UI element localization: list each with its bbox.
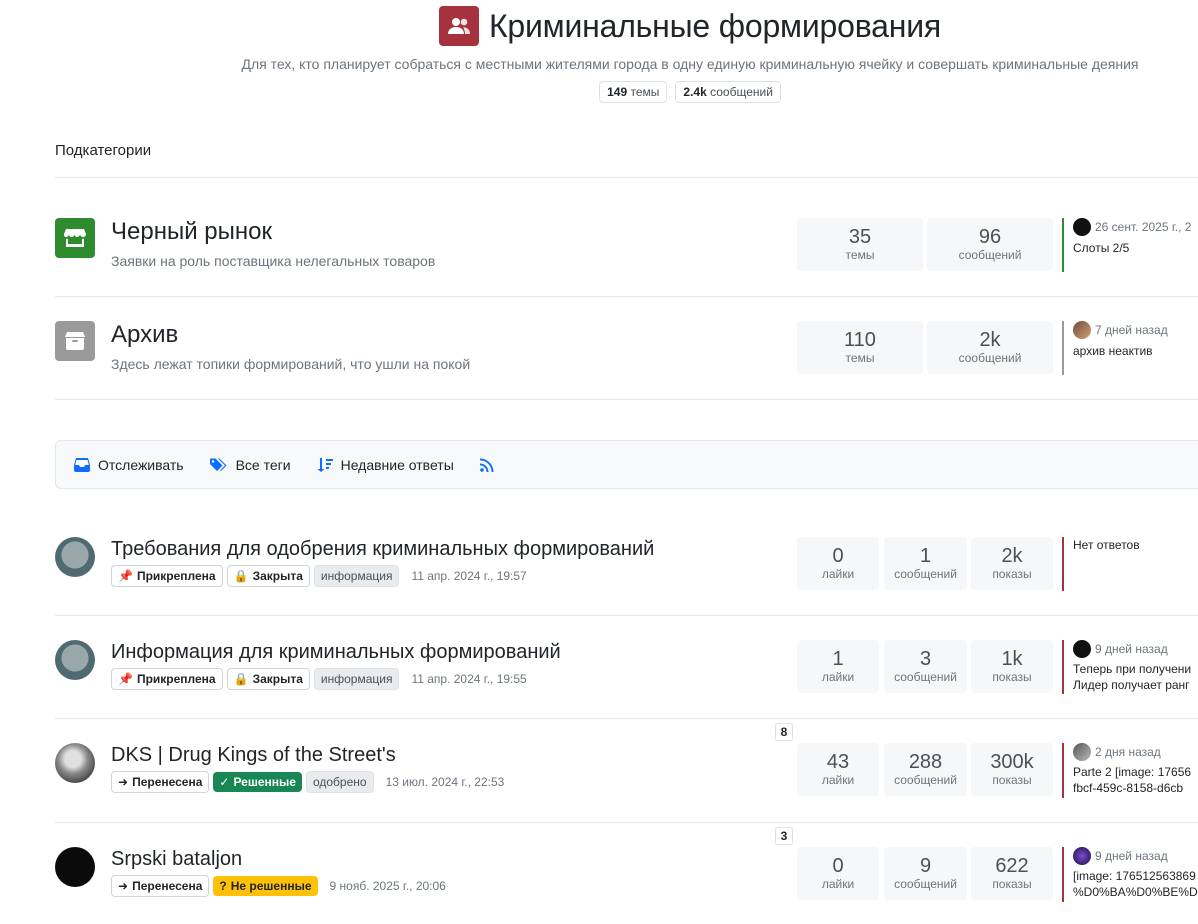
topic-tag[interactable]: информация — [313, 565, 400, 587]
topic-row[interactable]: 3 Srpski bataljon ➜ Перенесена ? Не решенн… — [55, 823, 1198, 924]
last-post[interactable]: 2 дня назад Parte 2 [image: 17656 fbcf-4… — [1062, 743, 1198, 798]
page-count-badge[interactable]: 3 — [775, 827, 793, 845]
watch-button[interactable]: Отслеживать — [74, 457, 184, 473]
unsolved-badge: ? Не решенные — [213, 876, 318, 896]
topics-count-badge: 149 темы — [599, 81, 668, 103]
topic-tag[interactable]: одобрено — [305, 771, 374, 793]
last-post[interactable]: 26 сент. 2025 г., 2 Слоты 2/5 — [1062, 218, 1198, 272]
pinned-badge: 📌 Прикреплена — [111, 565, 223, 587]
avatar[interactable] — [1073, 218, 1091, 236]
moved-badge: ➜ Перенесена — [111, 771, 210, 793]
pinned-badge: 📌 Прикреплена — [111, 668, 223, 690]
views-stat: 1k показы — [971, 640, 1053, 693]
last-post[interactable]: 9 дней назад [image: 176512563869 %D0%BA… — [1062, 847, 1198, 902]
pin-icon: 📌 — [118, 672, 133, 686]
topics-stat: 110 темы — [797, 321, 923, 374]
posts-stat: 3 сообщений — [884, 640, 967, 693]
solved-badge: ✓ Решенные — [213, 772, 302, 792]
rss-icon — [479, 458, 494, 472]
topic-title[interactable]: DKS | Drug Kings of the Street's — [111, 744, 396, 767]
users-icon — [438, 6, 479, 46]
avatar[interactable] — [1073, 321, 1091, 339]
locked-badge: 🔒 Закрыта — [226, 668, 310, 690]
topic-row[interactable]: 8 DKS | Drug Kings of the Street's ➜ Пере… — [55, 719, 1198, 822]
topic-row[interactable]: Информация для криминальных формирований… — [55, 616, 1198, 718]
posts-stat: 96 сообщений — [927, 218, 1053, 271]
sort-down-icon — [317, 457, 333, 472]
subcategories-heading: Подкатегории — [55, 142, 152, 159]
last-post[interactable]: 7 дней назад архив неактив — [1062, 321, 1198, 375]
box-icon — [55, 321, 95, 361]
topic-toolbar: Отслеживать Все теги Недавние ответы — [55, 440, 1198, 489]
posts-stat: 2k сообщений — [927, 321, 1053, 374]
rss-button[interactable] — [479, 458, 494, 472]
topic-date: 11 апр. 2024 г., 19:57 — [411, 569, 527, 583]
inbox-icon — [74, 457, 90, 472]
page-count-badge[interactable]: 8 — [775, 723, 793, 741]
subcategory-title[interactable]: Архив — [111, 321, 178, 349]
store-icon — [55, 218, 95, 258]
lock-icon: 🔒 — [233, 569, 249, 583]
tags-icon — [209, 458, 227, 471]
topic-title[interactable]: Информация для криминальных формирований — [111, 641, 561, 664]
last-post[interactable]: 9 дней назад Теперь при получени Лидер п… — [1062, 640, 1198, 694]
moved-badge: ➜ Перенесена — [111, 875, 210, 897]
likes-stat: 43 лайки — [797, 743, 879, 796]
topic-tag[interactable]: информация — [313, 668, 400, 690]
subcategory-row[interactable]: Архив Здесь лежат топики формирований, ч… — [55, 297, 1198, 399]
last-post: Нет ответов — [1062, 537, 1198, 591]
category-header: Криминальные формирования Для тех, кто п… — [0, 0, 1198, 103]
arrow-right-circle-icon: ➜ — [118, 879, 129, 893]
posts-stat: 9 сообщений — [884, 847, 967, 900]
views-stat: 622 показы — [971, 847, 1053, 900]
topics-stat: 35 темы — [797, 218, 923, 271]
topic-date: 9 нояб. 2025 г., 20:06 — [329, 879, 446, 893]
avatar[interactable] — [55, 743, 95, 783]
subcategory-row[interactable]: Черный рынок Заявки на роль поставщика н… — [55, 178, 1198, 296]
topic-title[interactable]: Требования для одобрения криминальных фо… — [111, 538, 654, 561]
avatar[interactable] — [55, 640, 95, 680]
views-stat: 2k показы — [971, 537, 1053, 590]
views-stat: 300k показы — [971, 743, 1053, 796]
page-title: Криминальные формирования — [488, 7, 942, 44]
likes-stat: 0 лайки — [797, 537, 879, 590]
avatar[interactable] — [1073, 847, 1091, 865]
topic-row[interactable]: Требования для одобрения криминальных фо… — [55, 513, 1198, 615]
posts-stat: 288 сообщений — [884, 743, 967, 796]
avatar[interactable] — [1073, 743, 1091, 761]
pin-icon: 📌 — [118, 569, 133, 583]
recent-replies-button[interactable]: Недавние ответы — [317, 457, 454, 473]
divider — [55, 399, 1198, 400]
question-icon: ? — [219, 879, 227, 893]
likes-stat: 1 лайки — [797, 640, 879, 693]
locked-badge: 🔒 Закрыта — [226, 565, 310, 587]
lock-icon: 🔒 — [233, 672, 249, 686]
topic-date: 11 апр. 2024 г., 19:55 — [411, 672, 527, 686]
avatar[interactable] — [55, 537, 95, 577]
check-icon: ✓ — [219, 775, 230, 789]
subcategory-title[interactable]: Черный рынок — [111, 218, 272, 246]
likes-stat: 0 лайки — [797, 847, 879, 900]
all-tags-button[interactable]: Все теги — [209, 457, 291, 473]
posts-count-badge: 2.4k сообщений — [675, 81, 781, 103]
category-description: Для тех, кто планирует собраться с местн… — [241, 56, 1139, 72]
posts-stat: 1 сообщений — [884, 537, 967, 590]
avatar[interactable] — [1073, 640, 1091, 658]
subcategory-description: Здесь лежат топики формирований, что ушл… — [111, 356, 471, 372]
subcategory-description: Заявки на роль поставщика нелегальных то… — [111, 253, 436, 269]
topic-title[interactable]: Srpski bataljon — [111, 848, 242, 871]
arrow-right-circle-icon: ➜ — [118, 775, 129, 789]
avatar[interactable] — [55, 847, 95, 887]
topic-date: 13 июл. 2024 г., 22:53 — [385, 775, 505, 789]
